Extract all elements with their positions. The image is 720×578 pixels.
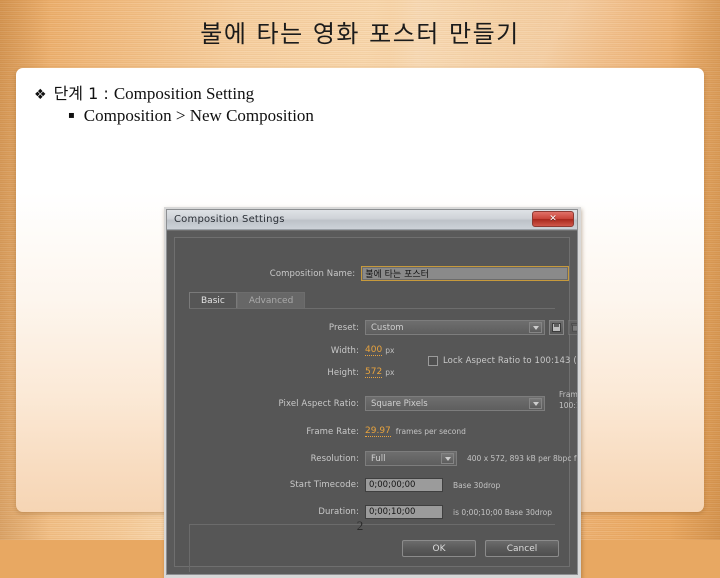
- frame-aspect-ratio-label: Frame Aspect Ratio: [559, 390, 578, 399]
- bullet-level1-korean: 단계 1 :: [53, 84, 114, 103]
- width-value[interactable]: 400: [365, 345, 383, 356]
- page-number: 2: [356, 518, 364, 533]
- dialog-titlebar: Composition Settings ✕: [167, 210, 577, 230]
- chevron-down-icon[interactable]: [529, 398, 542, 409]
- save-preset-icon[interactable]: [549, 320, 564, 335]
- delete-preset-icon[interactable]: [568, 320, 577, 335]
- frame-rate-value[interactable]: 29.97: [365, 426, 391, 437]
- resolution-label: Resolution:: [310, 453, 359, 464]
- tab-underline: [189, 308, 555, 309]
- pixel-aspect-ratio-select[interactable]: Square Pixels: [365, 396, 545, 411]
- resolution-value: Full: [371, 453, 386, 464]
- bullet-level1: ❖ 단계 1 : Composition Setting: [34, 80, 254, 104]
- diamond-bullet-icon: ❖: [34, 87, 47, 103]
- height-row: Height: 572 px: [175, 367, 394, 378]
- duration-value: 0;00;10;00: [369, 507, 416, 517]
- tab-advanced[interactable]: Advanced: [236, 292, 306, 309]
- lock-aspect-row[interactable]: Lock Aspect Ratio to 100:143 (0.70): [428, 356, 577, 366]
- dialog-footer: OK Cancel: [402, 540, 559, 557]
- preset-value: Custom: [371, 322, 404, 333]
- composition-name-label: Composition Name:: [269, 268, 356, 279]
- start-timecode-note: Base 30drop: [453, 480, 501, 490]
- ok-button[interactable]: OK: [402, 540, 476, 557]
- square-bullet-icon: ▪: [68, 110, 75, 121]
- height-value[interactable]: 572: [365, 367, 383, 378]
- chevron-down-icon[interactable]: [529, 322, 542, 333]
- bullet-level1-latin: Composition Setting: [113, 84, 255, 103]
- duration-input[interactable]: 0;00;10;00: [365, 505, 443, 519]
- close-icon[interactable]: ✕: [532, 211, 574, 227]
- width-unit: px: [385, 346, 395, 355]
- composition-name-row: Composition Name: 불에 타는 포스터: [175, 266, 569, 281]
- bullet-level2: ▪ Composition > New Composition: [68, 106, 314, 126]
- duration-note: is 0;00;10;00 Base 30drop: [453, 507, 552, 517]
- pixel-aspect-ratio-row: Pixel Aspect Ratio: Square Pixels: [175, 396, 545, 411]
- tab-basic[interactable]: Basic: [189, 292, 237, 309]
- pixel-aspect-ratio-label: Pixel Aspect Ratio:: [278, 398, 359, 409]
- bullet-level2-text: Composition > New Composition: [83, 106, 314, 125]
- height-unit: px: [385, 368, 395, 377]
- pixel-aspect-ratio-value: Square Pixels: [371, 398, 428, 409]
- lock-aspect-checkbox[interactable]: [428, 356, 438, 366]
- dialog-title: Composition Settings: [174, 214, 285, 225]
- preset-row: Preset: Custom: [175, 320, 577, 335]
- bullet-level1-text: 단계 1 : Composition Setting: [54, 80, 255, 104]
- composition-name-input[interactable]: 불에 타는 포스터: [361, 266, 569, 281]
- lock-aspect-label: Lock Aspect Ratio to 100:143 (0.70): [443, 356, 577, 366]
- chevron-down-icon[interactable]: [441, 453, 454, 464]
- frame-aspect-ratio-value: 100:143 (0.70): [559, 401, 577, 410]
- resolution-note: 400 x 572, 893 kB per 8bpc frame: [467, 454, 577, 463]
- dialog-tabs: Basic Advanced: [189, 292, 306, 309]
- frame-aspect-ratio-block: Frame Aspect Ratio 100:143 (0.70): [559, 390, 578, 410]
- duration-row: Duration: 0;00;10;00 is 0;00;10;00 Base …: [175, 505, 552, 519]
- duration-label: Duration:: [318, 507, 359, 517]
- frame-rate-note: frames per second: [395, 427, 466, 436]
- composition-name-value: 불에 타는 포스터: [365, 270, 429, 280]
- width-row: Width: 400 px: [175, 345, 394, 356]
- frame-rate-row: Frame Rate: 29.97 frames per second: [175, 426, 466, 437]
- resolution-select[interactable]: Full: [365, 451, 457, 466]
- height-label: Height:: [327, 367, 359, 378]
- slide-background: 불에 타는 영화 포스터 만들기 ❖ 단계 1 : Composition Se…: [0, 0, 720, 578]
- preset-select[interactable]: Custom: [365, 320, 545, 335]
- preset-label: Preset:: [328, 322, 359, 333]
- start-timecode-input[interactable]: 0;00;00;00: [365, 478, 443, 492]
- cancel-button[interactable]: Cancel: [485, 540, 559, 557]
- content-panel: ❖ 단계 1 : Composition Setting ▪ Compositi…: [16, 68, 704, 578]
- start-timecode-row: Start Timecode: 0;00;00;00 Base 30drop: [175, 478, 500, 492]
- start-timecode-value: 0;00;00;00: [369, 480, 416, 490]
- start-timecode-label: Start Timecode:: [289, 480, 359, 490]
- frame-rate-label: Frame Rate:: [306, 426, 359, 437]
- resolution-row: Resolution: Full 400 x 572, 893 kB per 8…: [175, 451, 577, 466]
- width-label: Width:: [330, 345, 359, 356]
- page-title: 불에 타는 영화 포스터 만들기: [200, 20, 520, 48]
